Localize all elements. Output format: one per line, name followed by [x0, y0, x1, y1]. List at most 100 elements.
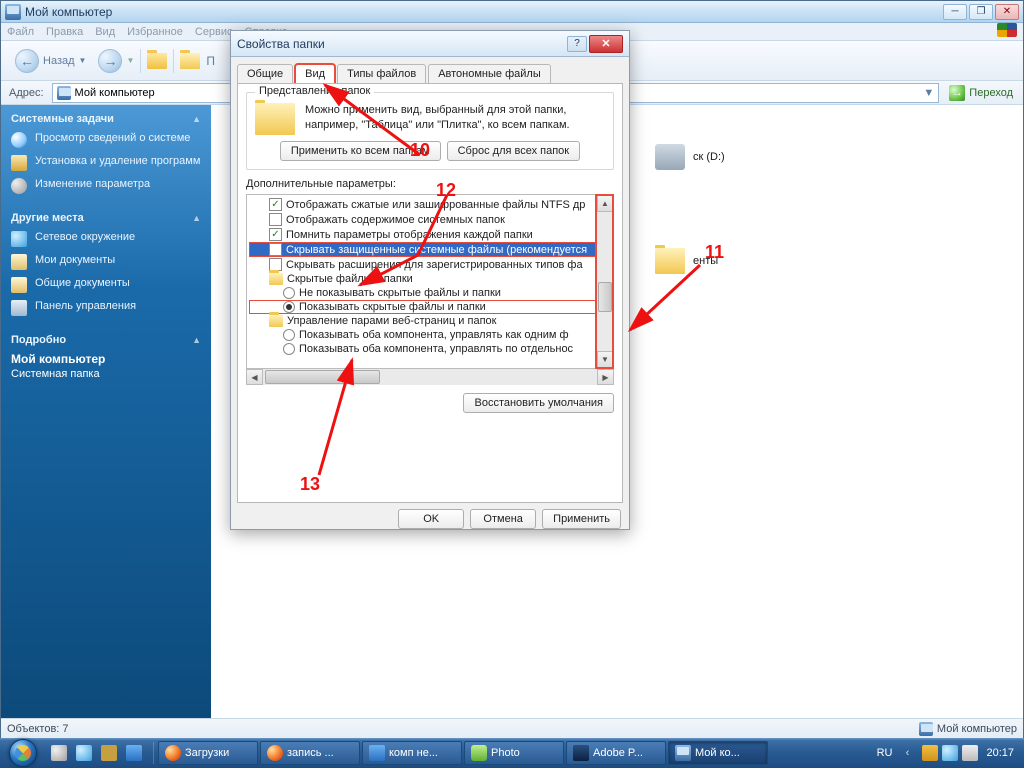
- menu-file[interactable]: Файл: [7, 26, 34, 38]
- network-tray-icon[interactable]: [942, 745, 958, 761]
- tab-offline[interactable]: Автономные файлы: [428, 64, 551, 84]
- menu-edit[interactable]: Правка: [46, 26, 83, 38]
- ql-item[interactable]: [73, 742, 95, 764]
- tree-item[interactable]: Управление парами веб-страниц и папок: [249, 314, 596, 328]
- radio-icon[interactable]: [283, 343, 295, 355]
- apply-button[interactable]: Применить: [542, 509, 621, 529]
- titlebar[interactable]: Мой компьютер ─ ❐ ✕: [1, 1, 1023, 23]
- scroll-thumb[interactable]: [265, 370, 380, 384]
- tree-item[interactable]: Скрывать защищенные системные файлы (рек…: [249, 242, 596, 257]
- go-button[interactable]: → Переход: [943, 83, 1019, 103]
- start-button[interactable]: [4, 738, 42, 768]
- sidebar-item-cpl[interactable]: Панель управления: [11, 299, 201, 316]
- help-button[interactable]: ?: [567, 36, 587, 52]
- scroll-up-button[interactable]: ▲: [597, 195, 613, 212]
- minimize-button[interactable]: ─: [943, 4, 967, 20]
- tab-general[interactable]: Общие: [237, 64, 293, 84]
- radio-icon[interactable]: [283, 287, 295, 299]
- sidebar-item-shared[interactable]: Общие документы: [11, 276, 201, 293]
- sidebar-item-addremove[interactable]: Установка и удаление программ: [11, 154, 201, 171]
- restore-defaults-button[interactable]: Восстановить умолчания: [463, 393, 614, 413]
- chevron-up-icon[interactable]: ▲: [192, 213, 201, 223]
- sidebar-item-sysinfo[interactable]: Просмотр сведений о системе: [11, 131, 201, 148]
- chevron-up-icon[interactable]: ▲: [192, 114, 201, 124]
- apply-all-button[interactable]: Применить ко всем папкам: [280, 141, 441, 161]
- sidebar-item-network[interactable]: Сетевое окружение: [11, 230, 201, 247]
- tree-item[interactable]: Показывать скрытые файлы и папки: [249, 300, 596, 314]
- menu-tools[interactable]: Сервис: [195, 26, 233, 38]
- radio-icon[interactable]: [283, 329, 295, 341]
- tree-vscrollbar[interactable]: ▲ ▼: [596, 195, 613, 368]
- taskbar-task[interactable]: Photo: [464, 741, 564, 765]
- checkbox-icon[interactable]: ✓: [269, 198, 282, 211]
- radio-icon[interactable]: [283, 301, 295, 313]
- advanced-label: Дополнительные параметры:: [246, 178, 614, 190]
- ql-item[interactable]: [123, 742, 145, 764]
- ok-button[interactable]: OK: [398, 509, 464, 529]
- tree-hscrollbar[interactable]: ◀ ▶: [246, 368, 614, 385]
- checkbox-icon[interactable]: [269, 213, 282, 226]
- maximize-button[interactable]: ❐: [969, 4, 993, 20]
- up-folder-icon[interactable]: [147, 53, 167, 69]
- tab-view[interactable]: Вид: [295, 64, 335, 84]
- quick-launch: [48, 742, 145, 764]
- forward-button[interactable]: →: [98, 49, 122, 73]
- taskbar-task[interactable]: Мой ко...: [668, 741, 768, 765]
- search-button[interactable]: [180, 53, 200, 69]
- folder-icon: [11, 254, 27, 270]
- ql-item[interactable]: [98, 742, 120, 764]
- cancel-button[interactable]: Отмена: [470, 509, 536, 529]
- sidebar-item-mydocs[interactable]: Мои документы: [11, 253, 201, 270]
- tree-item[interactable]: ✓Отображать сжатые или зашифрованные фай…: [249, 197, 596, 212]
- scroll-right-button[interactable]: ▶: [597, 369, 614, 385]
- folder-icon: [655, 248, 685, 274]
- taskbar-task[interactable]: Adobe P...: [566, 741, 666, 765]
- tree-item[interactable]: Отображать содержимое системных папок: [249, 212, 596, 227]
- app-icon: [165, 745, 181, 761]
- status-count: Объектов: 7: [7, 723, 69, 735]
- taskbar-task[interactable]: запись ...: [260, 741, 360, 765]
- reset-all-button[interactable]: Сброс для всех папок: [447, 141, 581, 161]
- taskbar-task[interactable]: комп не...: [362, 741, 462, 765]
- menu-view[interactable]: Вид: [95, 26, 115, 38]
- tree-item[interactable]: Показывать оба компонента, управлять по …: [249, 342, 596, 356]
- scroll-track[interactable]: [597, 212, 613, 351]
- tray-expand-icon[interactable]: ‹: [900, 745, 914, 761]
- chevron-up-icon[interactable]: ▲: [192, 335, 201, 345]
- dialog-titlebar[interactable]: Свойства папки ? ✕: [231, 31, 629, 57]
- clock[interactable]: 20:17: [986, 747, 1014, 759]
- scroll-thumb[interactable]: [598, 282, 612, 312]
- tree-item[interactable]: Скрытые файлы и папки: [249, 272, 596, 286]
- language-indicator[interactable]: RU: [877, 747, 893, 759]
- security-icon[interactable]: [922, 745, 938, 761]
- tree-item[interactable]: ✓Помнить параметры отображения каждой па…: [249, 227, 596, 242]
- menu-fav[interactable]: Избранное: [127, 26, 183, 38]
- scroll-down-button[interactable]: ▼: [597, 351, 613, 368]
- scroll-left-button[interactable]: ◀: [246, 369, 263, 385]
- back-button[interactable]: ← Назад ▼: [7, 46, 94, 76]
- folder-views-group: Представление папок Можно применить вид,…: [246, 92, 614, 170]
- checkbox-icon[interactable]: ✓: [269, 228, 282, 241]
- dropdown-icon[interactable]: ▼: [923, 87, 934, 99]
- network-icon: [11, 231, 27, 247]
- volume-icon[interactable]: [962, 745, 978, 761]
- close-button[interactable]: ✕: [995, 4, 1019, 20]
- tab-filetypes[interactable]: Типы файлов: [337, 64, 426, 84]
- app-icon: [267, 745, 283, 761]
- sidebar-item-setting[interactable]: Изменение параметра: [11, 177, 201, 194]
- computer-icon: [57, 86, 71, 100]
- drive-icon: [655, 144, 685, 170]
- tab-view-page: Представление папок Можно применить вид,…: [237, 83, 623, 503]
- dialog-close-button[interactable]: ✕: [589, 35, 623, 53]
- tree-item[interactable]: Скрывать расширения для зарегистрированн…: [249, 257, 596, 272]
- checkbox-icon[interactable]: [269, 243, 282, 256]
- package-icon: [11, 155, 27, 171]
- taskbar-task[interactable]: Загрузки: [158, 741, 258, 765]
- folder-icon: [269, 273, 283, 285]
- control-panel-icon: [11, 300, 27, 316]
- ql-show-desktop[interactable]: [48, 742, 70, 764]
- folder-options-dialog: Свойства папки ? ✕ Общие Вид Типы файлов…: [230, 30, 630, 530]
- tree-item[interactable]: Показывать оба компонента, управлять как…: [249, 328, 596, 342]
- folder-icon: [11, 277, 27, 293]
- tree-item[interactable]: Не показывать скрытые файлы и папки: [249, 286, 596, 300]
